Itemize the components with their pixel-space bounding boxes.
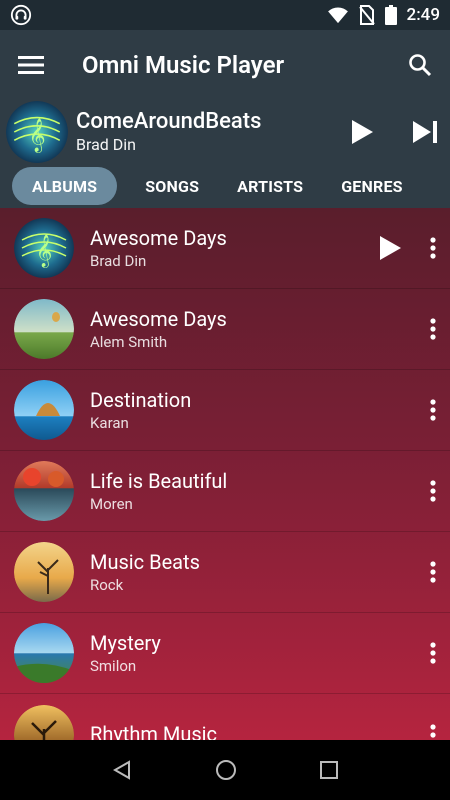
- album-art: [14, 461, 74, 521]
- album-art: [14, 704, 74, 740]
- now-playing-bar[interactable]: 𝄞 ComeAroundBeats Brad Din: [0, 100, 450, 164]
- now-playing-album-art: 𝄞: [6, 101, 68, 163]
- album-row[interactable]: Music Beats Rock: [0, 532, 450, 613]
- tab-albums[interactable]: ALBUMS: [12, 167, 118, 205]
- more-options-icon[interactable]: [430, 642, 436, 664]
- album-title: Music Beats: [90, 550, 200, 574]
- home-icon[interactable]: [215, 759, 237, 781]
- more-options-icon[interactable]: [430, 237, 436, 259]
- tab-artists[interactable]: ARTISTS: [227, 167, 313, 205]
- album-art: [14, 380, 74, 440]
- play-icon[interactable]: [378, 235, 402, 261]
- battery-icon: [384, 5, 397, 25]
- album-row[interactable]: 𝄞 Awesome Days Brad Din: [0, 208, 450, 289]
- album-art: 𝄞: [14, 218, 74, 278]
- album-title: Destination: [90, 388, 192, 412]
- back-icon[interactable]: [112, 760, 132, 780]
- more-options-icon[interactable]: [430, 318, 436, 340]
- more-options-icon[interactable]: [430, 480, 436, 502]
- no-sim-icon: [358, 5, 375, 25]
- album-art: [14, 623, 74, 683]
- album-artist: Alem Smith: [90, 333, 168, 351]
- category-tabs: ALBUMS SONGS ARTISTS GENRES: [0, 164, 450, 208]
- album-list[interactable]: 𝄞 Awesome Days Brad Din Awesome Days Ale…: [0, 208, 450, 740]
- album-artist: Moren: [90, 495, 133, 513]
- album-title: Mystery: [90, 631, 161, 655]
- more-options-icon[interactable]: [430, 723, 436, 740]
- more-options-icon[interactable]: [430, 399, 436, 421]
- skip-next-icon[interactable]: [412, 120, 438, 144]
- now-playing-artist: Brad Din: [76, 135, 136, 155]
- search-icon[interactable]: [408, 53, 432, 77]
- svg-text:𝄞: 𝄞: [28, 118, 45, 152]
- svg-text:𝄞: 𝄞: [36, 234, 53, 268]
- play-icon[interactable]: [350, 119, 374, 145]
- album-title: Awesome Days: [90, 226, 227, 250]
- now-playing-title: ComeAroundBeats: [76, 109, 262, 135]
- album-row[interactable]: Rhythm Music: [0, 694, 450, 740]
- more-options-icon[interactable]: [430, 561, 436, 583]
- music-player-app: 2:49 Omni Music Player 𝄞 ComeAroundBeats…: [0, 0, 450, 800]
- app-title: Omni Music Player: [82, 51, 285, 79]
- album-title: Awesome Days: [90, 307, 227, 331]
- album-artist: Smilon: [90, 657, 137, 675]
- system-nav-bar: [0, 740, 450, 800]
- album-artist: Brad Din: [90, 252, 147, 270]
- album-title: Rhythm Music: [90, 721, 218, 741]
- app-bar: Omni Music Player: [0, 30, 450, 100]
- album-row[interactable]: Destination Karan: [0, 370, 450, 451]
- album-row[interactable]: Mystery Smilon: [0, 613, 450, 694]
- album-artist: Karan: [90, 414, 129, 432]
- wifi-icon: [327, 6, 349, 24]
- album-artist: Rock: [90, 576, 124, 594]
- status-bar: 2:49: [0, 0, 450, 30]
- tab-genres[interactable]: GENRES: [331, 167, 413, 205]
- album-row[interactable]: Awesome Days Alem Smith: [0, 289, 450, 370]
- album-art: [14, 542, 74, 602]
- recents-icon[interactable]: [320, 761, 339, 779]
- headphones-icon: [10, 4, 32, 26]
- album-row[interactable]: Life is Beautiful Moren: [0, 451, 450, 532]
- tab-songs[interactable]: SONGS: [135, 167, 209, 205]
- album-title: Life is Beautiful: [90, 469, 228, 493]
- status-time: 2:49: [406, 5, 440, 25]
- album-art: [14, 299, 74, 359]
- menu-icon[interactable]: [18, 55, 44, 75]
